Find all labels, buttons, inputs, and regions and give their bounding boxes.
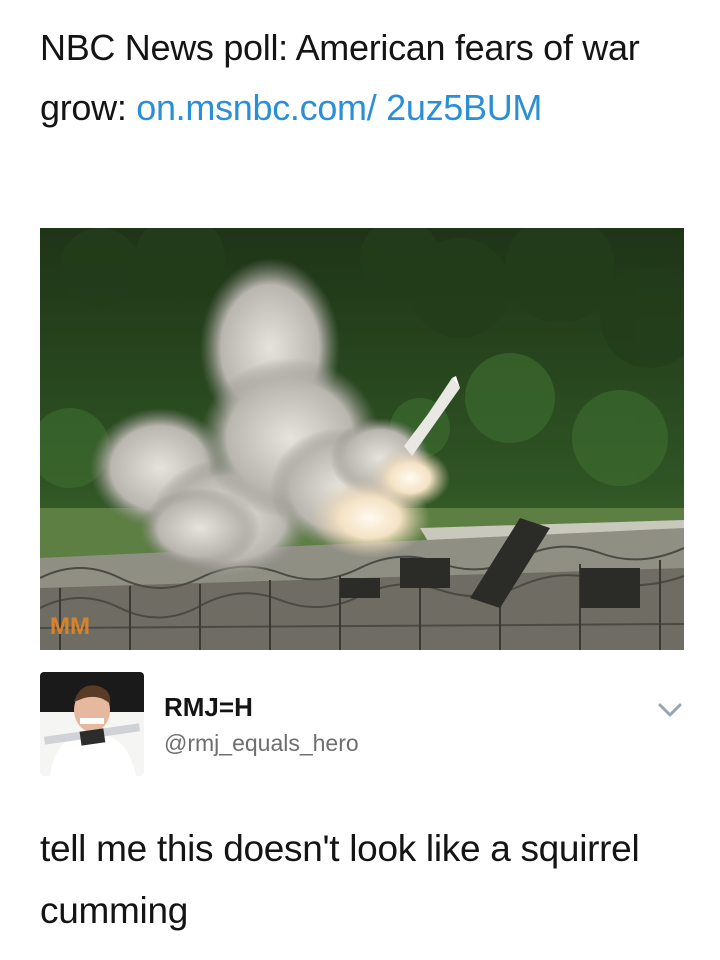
chevron-down-icon[interactable] xyxy=(656,698,684,722)
tweet-author[interactable]: RMJ=H @rmj_equals_hero xyxy=(40,672,684,782)
missile-launch-photo-icon: MM xyxy=(40,228,684,650)
quoted-tweet-text: NBC News poll: American fears of war gro… xyxy=(40,18,690,138)
user-handle[interactable]: @rmj_equals_hero xyxy=(164,730,359,757)
quoted-tweet-link[interactable]: on.msnbc.com/ 2uz5BUM xyxy=(136,87,542,128)
avatar[interactable] xyxy=(40,672,144,776)
display-name[interactable]: RMJ=H xyxy=(164,692,253,723)
profile-photo-icon xyxy=(40,672,144,776)
tweet-text: tell me this doesn't look like a squirre… xyxy=(40,828,640,931)
photo-watermark: MM xyxy=(50,613,90,640)
tweet-photo[interactable]: MM xyxy=(40,228,684,650)
